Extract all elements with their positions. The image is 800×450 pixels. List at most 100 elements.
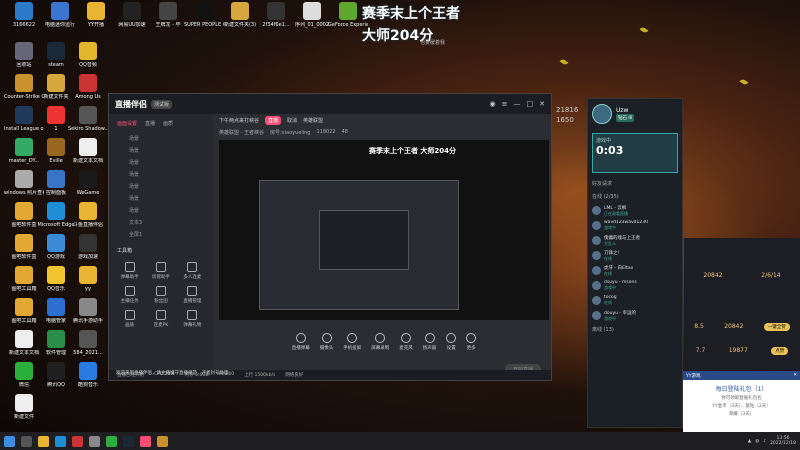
toolbar-button[interactable]: 摄像头 (320, 333, 333, 351)
desktop-icon[interactable]: 新建文件夹(3) (220, 2, 260, 42)
desktop-icon[interactable]: YY开播 (76, 2, 116, 42)
yy-icon (79, 266, 97, 284)
scene-item[interactable]: 场景 (109, 145, 213, 157)
like-button[interactable]: 点赞 (771, 347, 789, 355)
category-label[interactable]: 英雄联盟 - 王者峡谷 (219, 129, 264, 136)
desktop-icon[interactable]: 2f34f6e1... (256, 2, 296, 42)
toolbar-icon (295, 333, 306, 343)
scene-item[interactable]: 场景 (109, 157, 213, 169)
desktop-icon-label: 网易UU加速 (118, 22, 146, 28)
desktop-icon-label: 3166622 (12, 22, 36, 28)
desktop-icon[interactable]: 3166622 (4, 2, 44, 42)
friend-name: 傀儡的魂与上王者 (604, 235, 640, 241)
windows-start-icon[interactable] (4, 435, 15, 447)
file-icon (267, 2, 285, 20)
scene-item[interactable]: 场景 (109, 181, 213, 193)
scene-item[interactable]: 文本3 (109, 217, 213, 229)
count-b: 1650 (556, 116, 574, 124)
desktop-icon-label: WeGame (76, 190, 100, 196)
toolbar-button[interactable]: 屏幕录制 (371, 333, 389, 351)
tab-live[interactable]: 直播 (145, 120, 155, 127)
friend-item[interactable]: douyu - 幸运的 游戏中 (588, 308, 682, 323)
desktop-icon-label: 序列_01_0002 (294, 22, 330, 28)
like-all-button[interactable]: 一键全赞 (763, 323, 790, 331)
friend-list: LML - 云枫 正在观看直播 wavd123wavd1230 游戏中 傀儡的魂与上王者… (588, 203, 682, 323)
avatar[interactable] (592, 104, 612, 124)
lol-icon[interactable] (157, 435, 168, 447)
toolbar-button[interactable]: 麦克风 (399, 333, 413, 351)
maximize-icon[interactable]: □ (527, 100, 534, 108)
tool-button[interactable]: 粉丝团 (146, 286, 175, 304)
friend-item[interactable]: LML - 云枫 正在观看直播 (588, 203, 682, 218)
friend-item[interactable]: dsuyu - msons 游戏中 (588, 278, 682, 293)
friend-item[interactable]: tocog 在线 (588, 293, 682, 308)
friend-item[interactable]: 虎牙 - 白Eltao 在线 (588, 263, 682, 278)
close-icon[interactable]: ✕ (539, 100, 545, 108)
cancel-link[interactable]: 取消 (287, 117, 297, 124)
wechat-icon[interactable] (106, 435, 117, 447)
desktop-icon[interactable]: 酷狗音乐 (68, 362, 108, 402)
minimize-icon[interactable]: — (514, 100, 521, 108)
app-icon[interactable] (72, 435, 83, 447)
avatar-icon[interactable]: ◉ (490, 100, 496, 108)
tool-button[interactable]: 主播任务 (115, 286, 144, 304)
friend-name: douyu - 幸运的 (604, 310, 636, 316)
search-icon[interactable] (21, 435, 32, 447)
tool-button[interactable]: 弹幕礼物 (178, 310, 207, 328)
tool-button[interactable]: 弹幕助手 (115, 262, 144, 280)
steam-icon[interactable] (123, 435, 134, 447)
qq-music-icon (79, 42, 97, 60)
tray-icon[interactable]: ▲ (748, 439, 751, 444)
toolbar-label: 麦克风 (399, 346, 413, 351)
overlay-sub: 也要缓着我 (420, 40, 446, 46)
tool-button[interactable]: 房管助手 (146, 262, 175, 280)
toolbar-button[interactable]: 直播弹幕 (292, 333, 310, 351)
friend-item[interactable]: wavd123wavd1230 游戏中 (588, 218, 682, 233)
toolbar-button[interactable]: 设置 (446, 333, 457, 351)
scene-item[interactable]: 场景 (109, 133, 213, 145)
desktop-icon[interactable]: 新建文件 (4, 394, 44, 434)
online-group[interactable]: 在线 (2/35) (588, 190, 682, 203)
close-icon[interactable]: ✕ (793, 373, 797, 378)
edge-icon[interactable] (55, 435, 66, 447)
friend-item[interactable]: 刀锋之! 在线 (588, 248, 682, 263)
app-icon[interactable] (89, 435, 100, 447)
clock[interactable]: 13:56 2022/12/18 (770, 436, 796, 446)
notif-app: YY游戏 (686, 374, 701, 379)
qq-game-icon (47, 234, 65, 252)
score-d: 20842 (724, 323, 744, 330)
desktop-icon[interactable]: 王牌龙 - 毕 (148, 2, 188, 42)
timer-title: 游戏中 (596, 138, 612, 144)
toolbar-button[interactable]: 手机投屏 (343, 333, 361, 351)
streaming-app-icon[interactable] (140, 435, 151, 447)
desktop-icon[interactable]: 序列_01_0002 (292, 2, 332, 42)
friend-requests[interactable]: 好友请求 (588, 177, 682, 190)
notif-title[interactable]: 每日登陆礼包（1） (683, 384, 800, 393)
tool-button[interactable]: 直播管理 (178, 286, 207, 304)
explorer-icon[interactable] (38, 435, 49, 447)
volume-icon[interactable]: ♪ (763, 439, 766, 444)
game-client-panel: Uzw 钻石 III 游戏中 0:03 好友请求 在线 (2/35) LML -… (587, 98, 683, 428)
leaf-decoration (639, 26, 649, 34)
tool-button[interactable]: 多人连麦 (178, 262, 207, 280)
scene-item[interactable]: 场景 (109, 205, 213, 217)
game-select[interactable]: 英雄联盟 (303, 117, 323, 124)
live-badge[interactable]: 直播 (265, 115, 282, 125)
scene-item[interactable]: 全屏1 (109, 229, 213, 241)
desktop-icon[interactable]: SUPER PEOPLE CBT (184, 2, 224, 42)
desktop-icon[interactable]: 网易UU加速 (112, 2, 152, 42)
scene-item[interactable]: 场景 (109, 169, 213, 181)
tool-button[interactable]: 画质 (115, 310, 144, 328)
desktop-icon[interactable]: 电脑迷你运行 (40, 2, 80, 42)
offline-group[interactable]: 离线 (13) (588, 323, 682, 336)
menu-icon[interactable]: ≡ (502, 100, 508, 108)
network-icon[interactable]: ◍ (755, 439, 759, 444)
tab-scene[interactable]: 画面设置 (117, 120, 137, 127)
toolbar-button[interactable]: 更多 (466, 333, 477, 351)
toolbar-button[interactable]: 扬声器 (423, 333, 436, 351)
stream-title[interactable]: 下午两点来打峡谷 (219, 117, 259, 124)
tool-button[interactable]: 连麦PK (146, 310, 175, 328)
friend-item[interactable]: 傀儡的魂与上王者 大乱斗 (588, 233, 682, 248)
scene-item[interactable]: 场景 (109, 193, 213, 205)
tab-quality[interactable]: 画质 (163, 120, 173, 127)
